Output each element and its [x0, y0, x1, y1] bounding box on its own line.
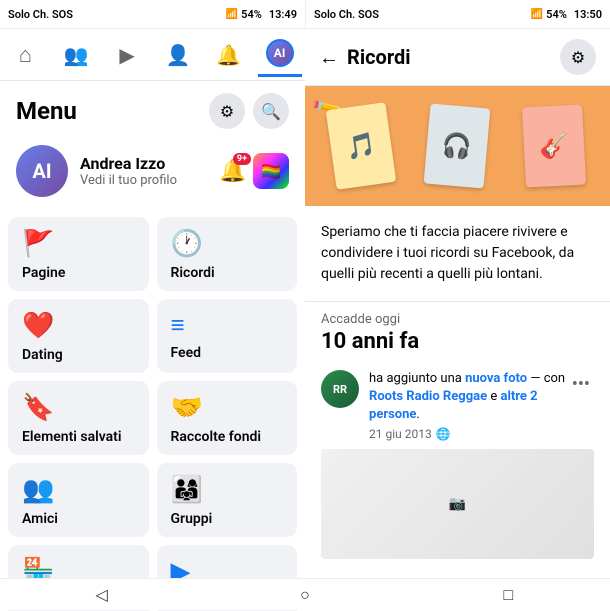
- gruppi-icon: 👨‍👩‍👧: [171, 477, 284, 503]
- profile-icon: 👤: [165, 43, 190, 67]
- right-top-nav: ← Ricordi ⚙: [305, 29, 610, 86]
- ricordi-icon: 🕐: [171, 231, 284, 257]
- menu-item-raccolte-fondi[interactable]: 🤝 Raccolte fondi: [157, 381, 298, 455]
- right-time: 13:50: [574, 8, 602, 21]
- page-title-right: Ricordi: [347, 45, 411, 69]
- pagine-icon: 🚩: [22, 231, 135, 257]
- nav-friends[interactable]: 👥: [54, 33, 98, 77]
- raccolte-fondi-label: Raccolte fondi: [171, 429, 284, 445]
- left-battery-pct: 54%: [241, 8, 262, 21]
- gruppi-label: Gruppi: [171, 511, 284, 527]
- dating-icon: ❤️: [22, 313, 135, 339]
- right-signal-icon: 📶: [531, 9, 543, 20]
- ricordi-label: Ricordi: [171, 265, 284, 281]
- raccolte-fondi-icon: 🤝: [171, 395, 284, 421]
- menu-item-pagine[interactable]: 🚩 Pagine: [8, 217, 149, 291]
- feed-icon: ≡: [171, 313, 284, 337]
- left-status-bar: Solo Ch. SOS 📶 54% 13:49: [0, 0, 305, 28]
- menu-grid: 🚩 Pagine 🕐 Ricordi ❤️ Dating ≡ Feed 🔖 El…: [0, 209, 305, 611]
- left-time: 13:49: [269, 8, 297, 21]
- avatar: AI: [16, 145, 68, 197]
- back-button[interactable]: ← Ricordi: [319, 45, 411, 70]
- menu-item-amici[interactable]: 👥 Amici: [8, 463, 149, 537]
- right-status-bar: Solo Ch. SOS 📶 54% 13:50: [305, 0, 610, 28]
- search-button[interactable]: 🔍: [253, 93, 289, 129]
- android-home-button[interactable]: ○: [285, 585, 325, 605]
- left-signal-icon: 📶: [226, 9, 238, 20]
- menu-item-gruppi[interactable]: 👨‍👩‍👧 Gruppi: [157, 463, 298, 537]
- memory-post-text: ha aggiunto una nuova foto — con Roots R…: [369, 370, 568, 425]
- ricordi-content: ✏️ 🎵 🎧 🎸 Speriamo che ti faccia piacere …: [305, 86, 610, 611]
- amici-icon: 👥: [22, 477, 135, 503]
- banner-card-3: 🎸: [522, 104, 586, 187]
- android-nav: ◁ ○ □: [0, 578, 610, 610]
- menu-item-ricordi[interactable]: 🕐 Ricordi: [157, 217, 298, 291]
- profile-link[interactable]: Vedi il tuo profilo: [80, 173, 213, 188]
- gear-icon: ⚙: [220, 102, 234, 121]
- elementi-salvati-icon: 🔖: [22, 395, 135, 421]
- dating-label: Dating: [22, 347, 135, 363]
- rainbow-badge: 🏳️‍🌈: [253, 153, 289, 189]
- memory-image: 📷: [321, 449, 594, 559]
- nav-home[interactable]: ⌂: [3, 33, 47, 77]
- friends-icon: 👥: [64, 43, 89, 67]
- pagine-label: Pagine: [22, 265, 135, 281]
- accadde-label: Accadde oggi: [321, 312, 594, 327]
- anni-fa: 10 anni fa: [321, 329, 594, 354]
- accadde-oggi-section: Accadde oggi 10 anni fa: [305, 302, 610, 370]
- right-carrier: Solo Ch. SOS: [314, 8, 379, 21]
- android-recents-button[interactable]: □: [488, 585, 528, 605]
- feed-label: Feed: [171, 345, 284, 361]
- menu-title: Menu: [16, 97, 77, 125]
- more-options-button[interactable]: •••: [568, 370, 594, 399]
- gear-icon-right: ⚙: [571, 48, 585, 67]
- user-name: Andrea Izzo: [80, 154, 213, 173]
- notification-bell[interactable]: 🔔 9+: [213, 151, 253, 191]
- menu-item-dating[interactable]: ❤️ Dating: [8, 299, 149, 373]
- globe-icon: 🌐: [436, 427, 451, 441]
- left-carrier: Solo Ch. SOS: [8, 8, 73, 21]
- banner-card-1: 🎵: [326, 102, 397, 190]
- android-back-button[interactable]: ◁: [82, 585, 122, 604]
- menu-item-feed[interactable]: ≡ Feed: [157, 299, 298, 373]
- back-arrow-icon: ←: [319, 45, 339, 70]
- memory-post: RR ha aggiunto una nuova foto — con Root…: [305, 370, 610, 569]
- user-avatar-nav: AI: [266, 39, 294, 67]
- search-icon: 🔍: [261, 102, 281, 121]
- nav-profile[interactable]: 👤: [156, 33, 200, 77]
- nav-watch[interactable]: ▶: [105, 33, 149, 77]
- nav-menu[interactable]: AI: [258, 33, 302, 77]
- ricordi-banner: ✏️ 🎵 🎧 🎸: [305, 86, 610, 206]
- memory-post-avatar: RR: [321, 370, 359, 408]
- ricordi-intro-text: Speriamo che ti faccia piacere rivivere …: [305, 206, 610, 302]
- settings-button[interactable]: ⚙: [209, 93, 245, 129]
- settings-btn-right[interactable]: ⚙: [560, 39, 596, 75]
- elementi-salvati-label: Elementi salvati: [22, 429, 135, 445]
- memory-post-date: 21 giu 2013 🌐: [369, 427, 568, 441]
- amici-label: Amici: [22, 511, 135, 527]
- right-battery-pct: 54%: [546, 8, 567, 21]
- bell-icon: 🔔: [216, 43, 241, 67]
- banner-card-2: 🎧: [424, 104, 491, 189]
- home-icon: ⌂: [19, 42, 32, 68]
- menu-item-elementi-salvati[interactable]: 🔖 Elementi salvati: [8, 381, 149, 455]
- nav-notifications[interactable]: 🔔: [207, 33, 251, 77]
- watch-icon: ▶: [119, 43, 134, 67]
- notif-badge: 9+: [233, 153, 251, 165]
